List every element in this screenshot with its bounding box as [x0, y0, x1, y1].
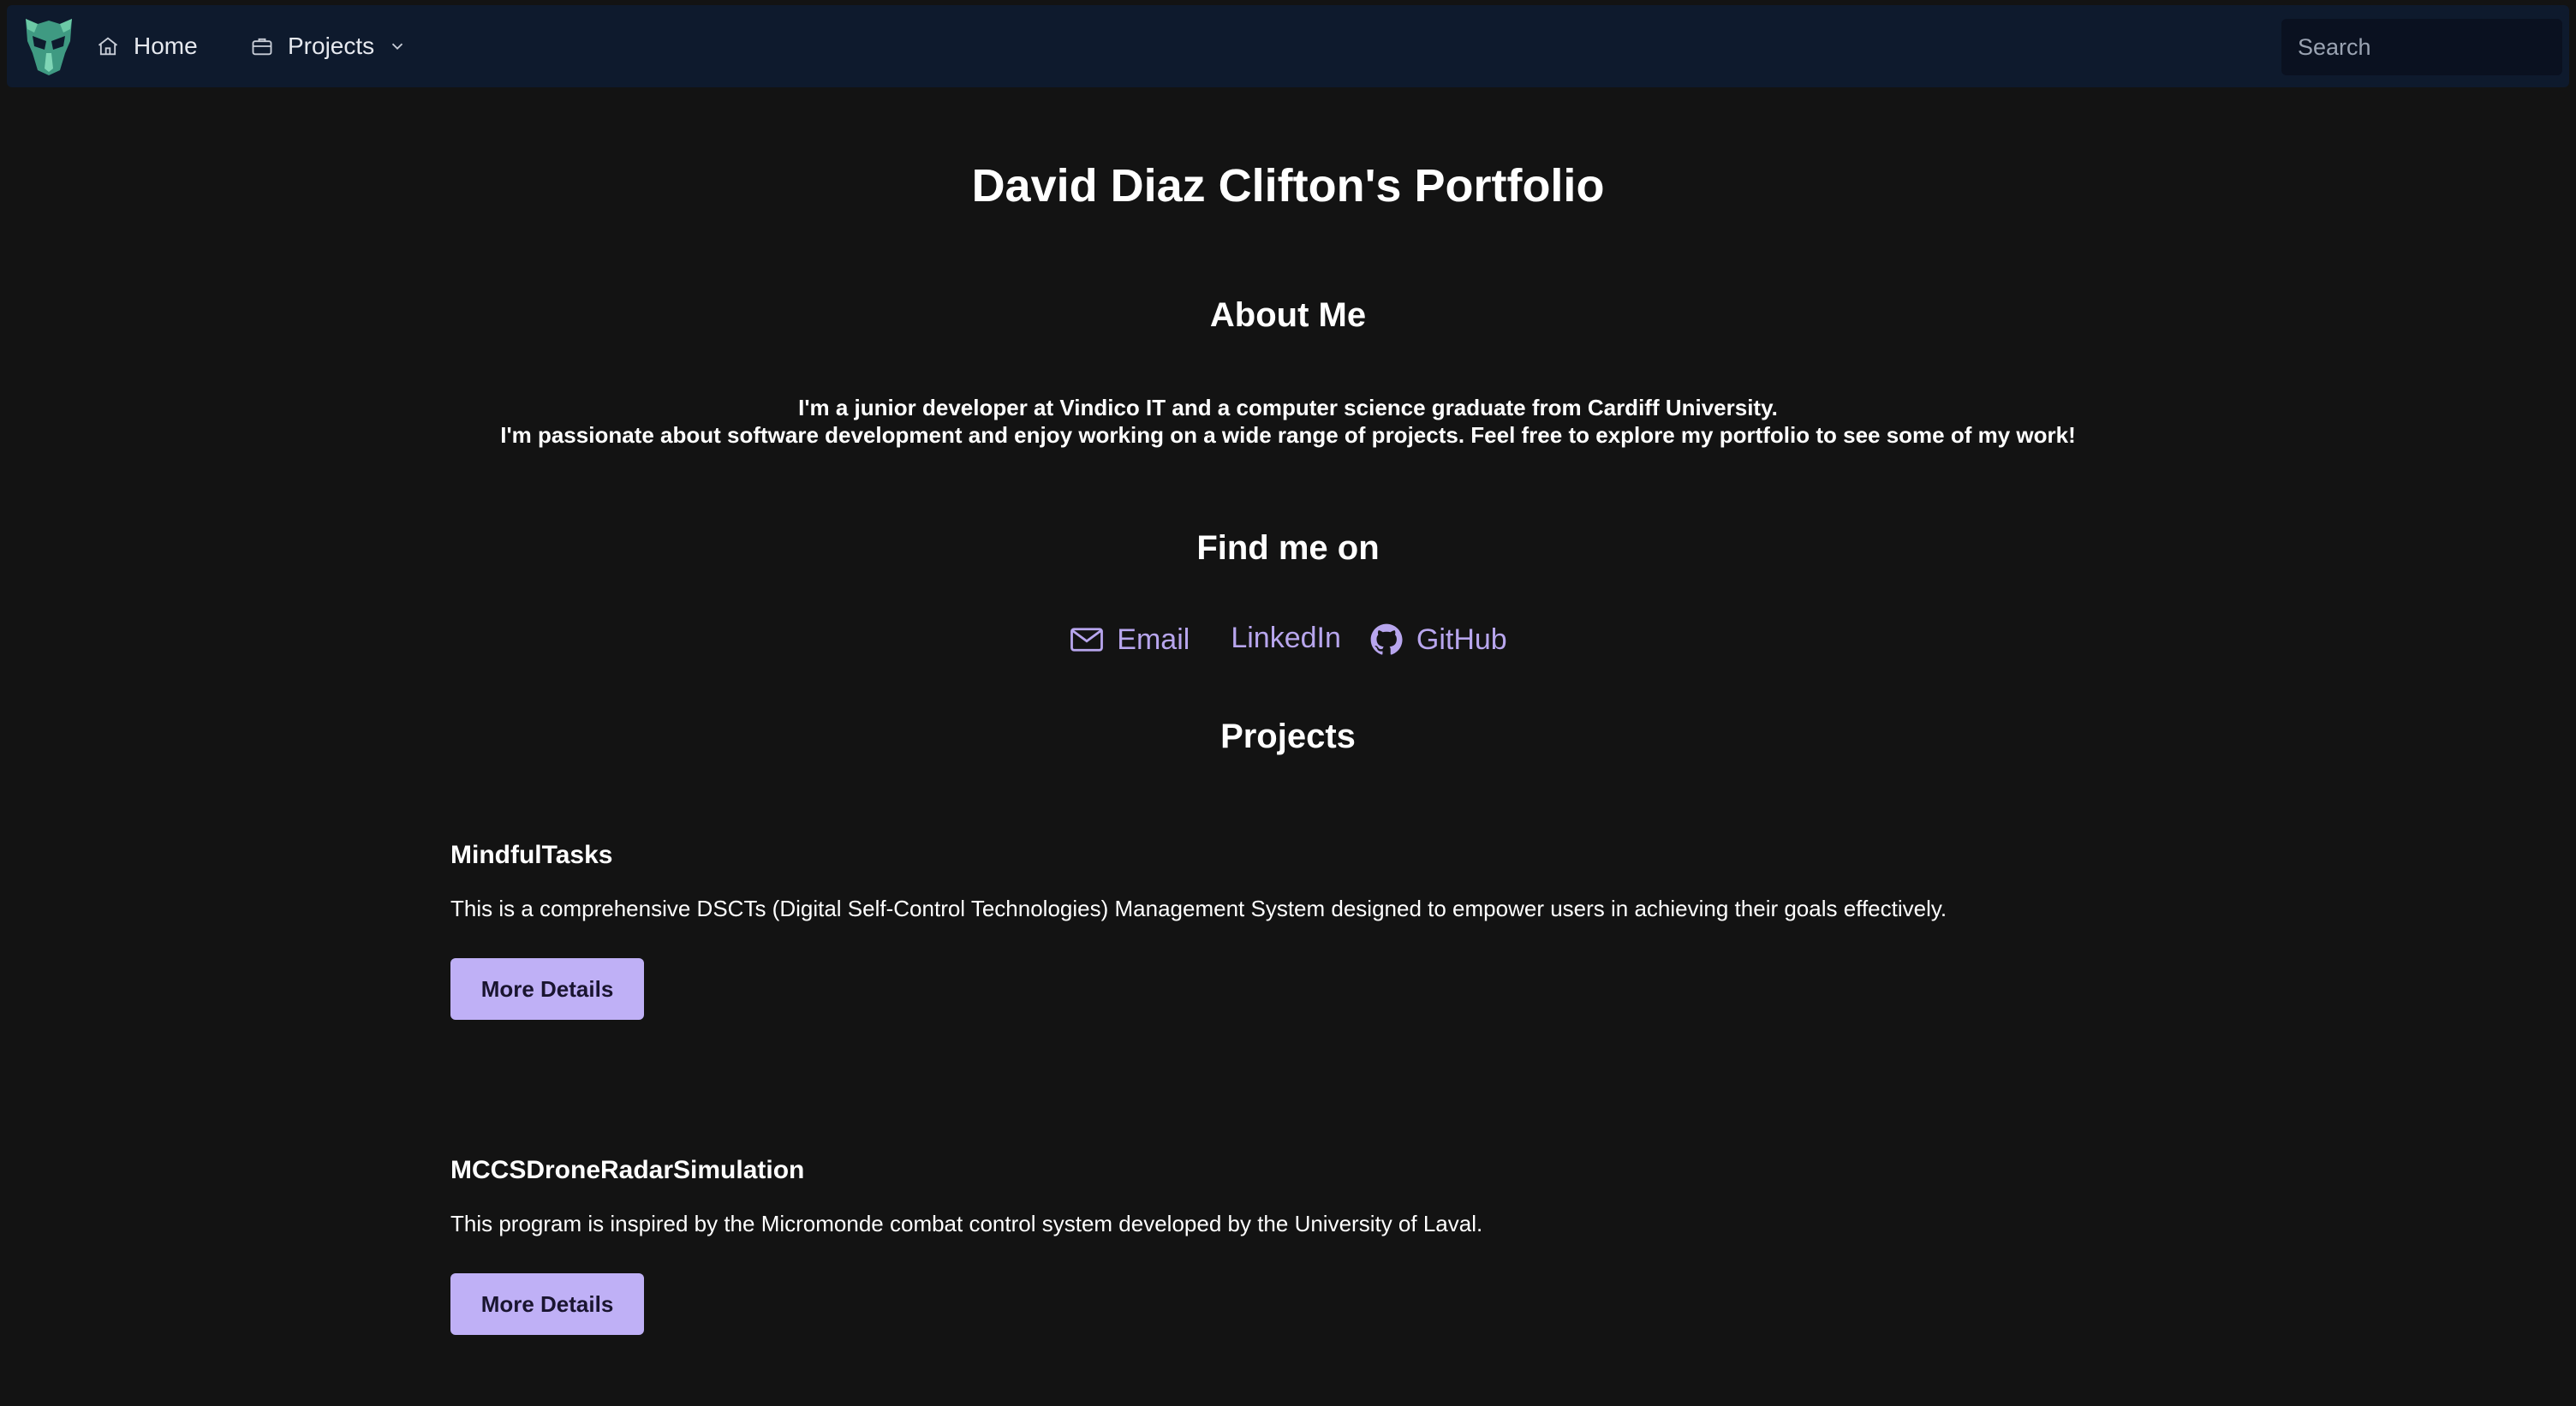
- chevron-down-icon: [392, 43, 403, 51]
- project-description: This program is inspired by the Micromon…: [450, 1211, 1483, 1236]
- email-link[interactable]: Email: [1069, 622, 1190, 658]
- github-link[interactable]: GitHub: [1368, 622, 1507, 658]
- mail-icon: [1070, 628, 1104, 652]
- github-icon: [1370, 623, 1403, 655]
- about-text: I'm a junior developer at Vindico IT and…: [0, 394, 2576, 449]
- more-details-button[interactable]: More Details: [450, 958, 644, 1020]
- project-description: This is a comprehensive DSCTs (Digital S…: [450, 896, 1947, 921]
- email-label: Email: [1117, 623, 1190, 656]
- find-me-heading: Find me on: [1196, 529, 1380, 567]
- project-card: MindfulTasks This is a comprehensive DSC…: [450, 841, 2163, 1020]
- home-icon: [98, 37, 118, 56]
- more-details-button[interactable]: More Details: [450, 1273, 644, 1335]
- page-title: David Diaz Clifton's Portfolio: [971, 160, 1605, 211]
- nav-home-label: Home: [134, 33, 198, 59]
- briefcase-icon: [252, 38, 272, 56]
- project-name: MindfulTasks: [450, 841, 613, 869]
- linkedin-link[interactable]: LinkedIn: [1231, 622, 1341, 655]
- github-label: GitHub: [1416, 623, 1507, 656]
- about-heading: About Me: [1209, 296, 1367, 334]
- linkedin-label: LinkedIn: [1231, 621, 1341, 654]
- about-line-2: I'm passionate about software developmen…: [500, 422, 2076, 448]
- search-input[interactable]: [2281, 19, 2562, 75]
- robot-mask-logo-icon[interactable]: [21, 15, 77, 77]
- nav-projects-dropdown[interactable]: Projects: [250, 26, 407, 67]
- projects-heading: Projects: [1220, 718, 1356, 755]
- about-line-1: I'm a junior developer at Vindico IT and…: [798, 395, 1778, 420]
- top-navbar: Home Projects: [7, 5, 2569, 87]
- nav-projects-label: Projects: [288, 33, 375, 59]
- project-card: MCCSDroneRadarSimulation This program is…: [450, 1156, 2163, 1335]
- nav-home-link[interactable]: Home: [96, 26, 198, 67]
- social-links: Email LinkedIn GitHub: [0, 622, 2576, 658]
- project-name: MCCSDroneRadarSimulation: [450, 1156, 805, 1184]
